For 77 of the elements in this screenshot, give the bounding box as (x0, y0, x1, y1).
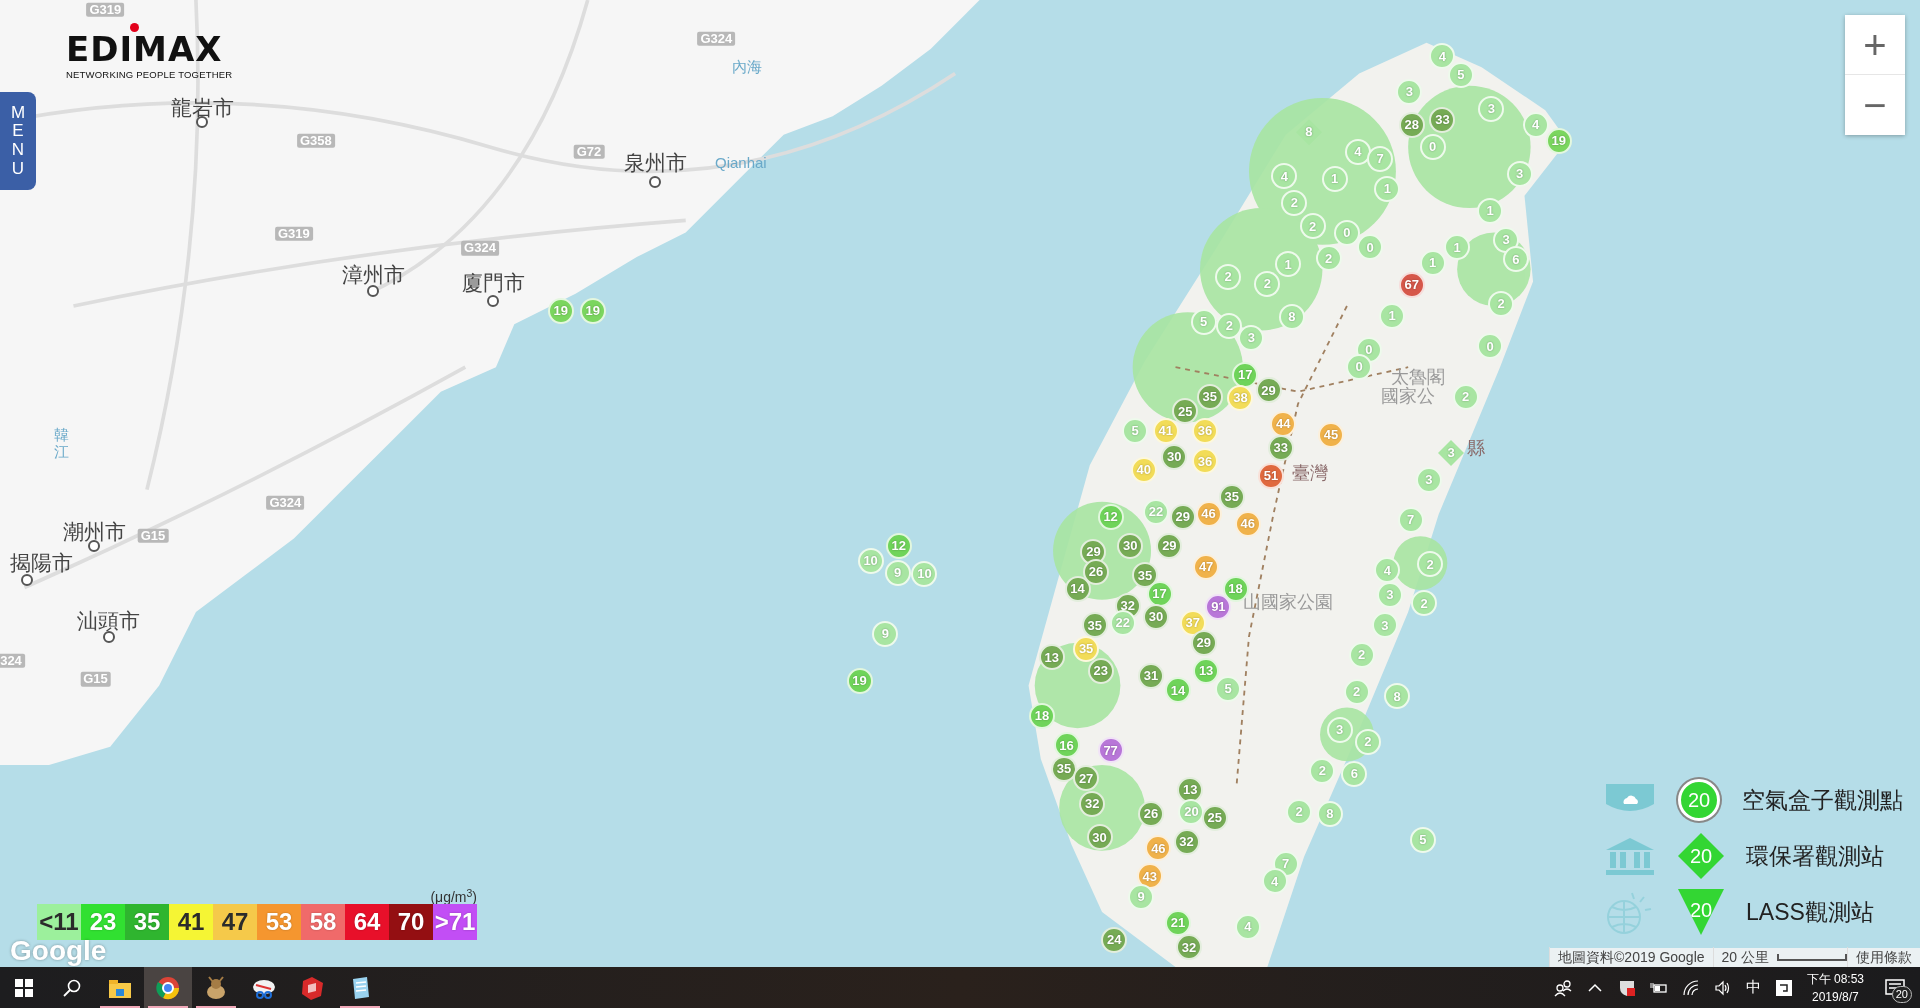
station-marker[interactable]: 8 (1384, 683, 1411, 710)
legend-level: 47 (213, 904, 257, 940)
city-label: 潮州市 (62, 520, 126, 544)
legend-level: 35 (125, 904, 169, 940)
legend-level: 53 (257, 904, 301, 940)
region-label: 縣 (1466, 439, 1485, 460)
station-marker[interactable]: 4 (1429, 43, 1456, 70)
road-shield: G15 (137, 529, 169, 544)
legend-marker: 20 (1678, 833, 1724, 879)
legend-label: 環保署觀測站 (1746, 841, 1884, 871)
river-label: 韓江 (53, 426, 69, 460)
legend-level: 70 (389, 904, 433, 940)
station-marker[interactable]: 12 (885, 532, 912, 559)
road-shield: 324 (0, 653, 25, 669)
region-label: 臺灣 (1292, 463, 1329, 484)
station-marker[interactable]: 18 (1029, 703, 1056, 730)
road-shield: G358 (297, 133, 335, 148)
building-icon (1604, 836, 1656, 876)
water-label: Qianhai (714, 154, 767, 172)
city-label: 揭陽市 (10, 551, 74, 575)
station-marker[interactable]: 5 (1409, 826, 1436, 853)
volume-icon[interactable] (1713, 978, 1732, 997)
legend-marker: 20 (1678, 779, 1720, 821)
legend-level: >71 (433, 904, 477, 940)
station-marker[interactable]: 10 (857, 547, 884, 574)
logo: EDIMAX (66, 32, 223, 66)
legend-level: 41 (169, 904, 213, 940)
clock-time: 下午 08:53 (1806, 970, 1864, 988)
city-label: 泉州市 (623, 151, 687, 175)
station-marker[interactable]: 10 (911, 561, 938, 588)
legend-level: 23 (81, 904, 125, 940)
station-marker[interactable]: 2 (1411, 590, 1438, 617)
road-shield: G324 (697, 32, 736, 47)
park-label: 太魯閣 (1390, 368, 1445, 388)
road-shield: G324 (266, 495, 305, 511)
city-label: 漳州市 (341, 263, 405, 287)
station-marker[interactable]: 6 (1341, 760, 1368, 787)
menu-button[interactable]: MENU (0, 92, 36, 190)
road-shield: G319 (274, 226, 313, 241)
notification-button[interactable]: 20 (1878, 970, 1912, 1005)
keyboard-mode-icon[interactable] (1774, 978, 1793, 997)
road-shield: G15 (80, 672, 111, 687)
city-label: 龍岩市 (170, 96, 234, 120)
browser-icon (155, 974, 181, 1001)
scale-bar-icon (1777, 954, 1847, 961)
zoom-out-button[interactable]: − (1845, 75, 1905, 135)
clock-date: 2019/8/7 (1810, 988, 1860, 1006)
station-marker[interactable]: 19 (846, 667, 873, 694)
ime-indicator[interactable]: 中 (1745, 976, 1761, 999)
station-marker[interactable]: 24 (1101, 927, 1128, 954)
water-label: 內海 (731, 59, 762, 76)
legend-level: 64 (345, 904, 389, 940)
park-label: 國家公 (1381, 386, 1436, 407)
city-label: 汕頭市 (77, 609, 141, 633)
zoom-in-button[interactable]: + (1845, 15, 1905, 75)
station-marker[interactable]: 9 (872, 621, 899, 648)
logo-dot-icon (130, 23, 139, 32)
road-shield: G72 (573, 144, 605, 159)
logo-tagline: NETWORKING PEOPLE TOGETHER (66, 68, 233, 82)
people-icon[interactable] (1553, 978, 1572, 997)
road-shield: G319 (86, 2, 125, 17)
station-marker[interactable]: 19 (579, 297, 606, 324)
wifi-icon[interactable] (1681, 978, 1700, 997)
legend-level: 58 (301, 904, 345, 940)
shield-icon[interactable] (1617, 978, 1636, 997)
notification-count: 20 (1891, 986, 1912, 1003)
search-icon (63, 978, 81, 997)
taskbar-app-button[interactable] (144, 967, 192, 1008)
windows-icon (15, 978, 33, 997)
legend-level: <11 (37, 904, 81, 940)
legend-marker: 20 (1678, 889, 1724, 935)
legend-label: 空氣盒子觀測點 (1742, 785, 1903, 815)
city-label: 廈門市 (461, 271, 525, 295)
road-shield: G324 (461, 241, 499, 256)
legend-label: LASS觀測站 (1746, 897, 1874, 927)
station-marker[interactable]: 9 (884, 559, 911, 586)
cube-icon (299, 974, 325, 1001)
